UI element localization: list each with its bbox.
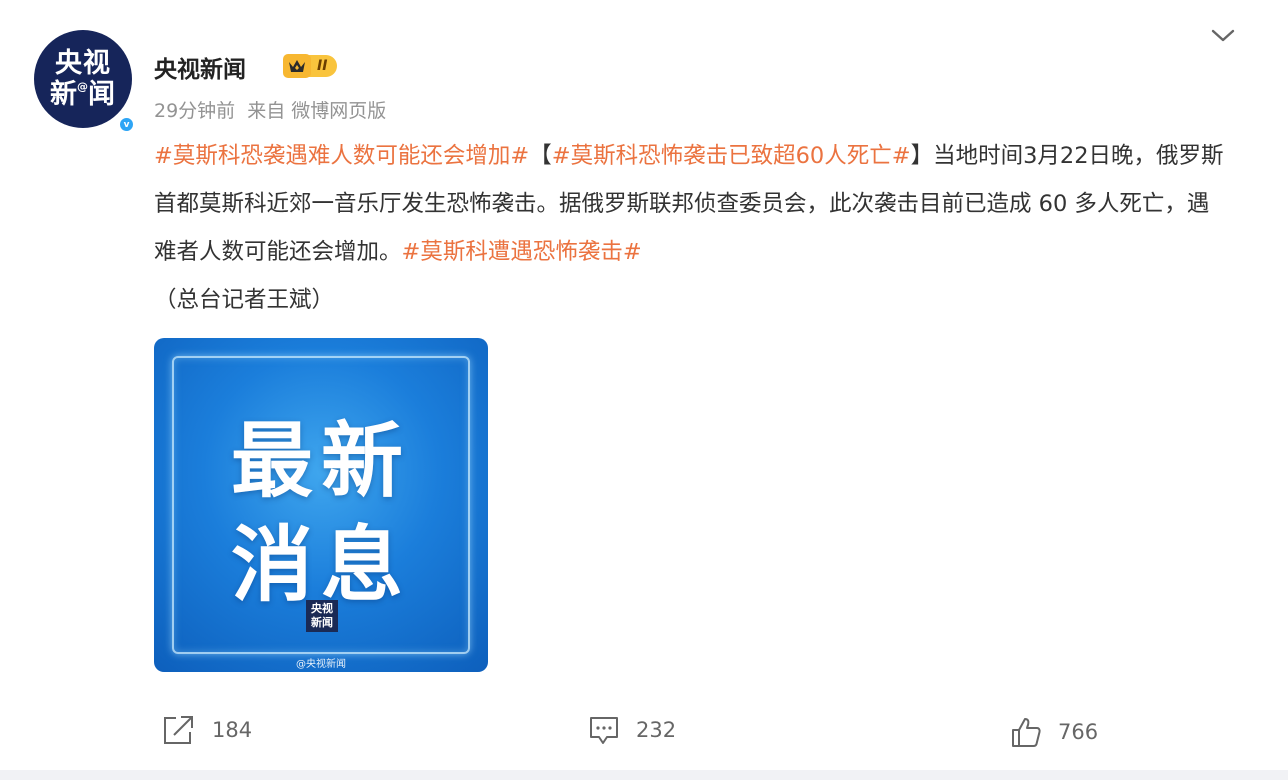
post-image[interactable]: 最新 消息 央视 新闻 @央视新闻: [154, 338, 488, 672]
avatar-char-wen: 闻: [88, 79, 116, 110]
image-logo-line1: 央视: [311, 602, 333, 615]
comment-count: 232: [636, 718, 677, 742]
avatar-at-sign: @: [77, 80, 89, 93]
share-icon: [164, 716, 193, 744]
bracket-open: 【: [529, 143, 552, 169]
comment-button[interactable]: 232: [588, 714, 676, 746]
post-credit: （总台记者王斌）: [154, 287, 335, 313]
share-count: 184: [212, 718, 253, 742]
chevron-down-icon[interactable]: [1208, 24, 1238, 48]
like-count: 766: [1058, 720, 1099, 744]
post-meta: 29分钟前 来自 微博网页版: [154, 96, 386, 123]
topic-link[interactable]: #莫斯科恐袭遇难人数可能还会增加#: [154, 143, 529, 169]
post-source: 来自 微博网页版: [247, 100, 387, 122]
post-text: #莫斯科恐袭遇难人数可能还会增加#【#莫斯科恐怖袭击已致超60人死亡#】当地时间…: [154, 132, 1224, 324]
avatar-line2: 新 @ 闻: [50, 79, 116, 110]
like-button[interactable]: 766: [1010, 716, 1098, 748]
account-name[interactable]: 央视新闻: [154, 50, 246, 84]
verified-icon: v: [118, 116, 135, 133]
topic-link[interactable]: #莫斯科恐怖袭击已致超60人死亡#: [552, 143, 911, 169]
comment-icon: [590, 717, 618, 744]
image-watermark: @央视新闻: [296, 659, 346, 670]
crown-icon: [283, 54, 311, 78]
post-time[interactable]: 29分钟前: [154, 96, 235, 123]
image-headline-line1: 最新: [230, 414, 411, 509]
level-badge[interactable]: II: [283, 54, 338, 78]
avatar-char-xin: 新: [50, 79, 78, 110]
share-button[interactable]: 184: [162, 714, 252, 746]
image-logo: 央视 新闻: [306, 600, 338, 632]
topic-link[interactable]: #莫斯科遭遇恐怖袭击#: [402, 239, 642, 265]
weibo-post-card: 央视 新 @ 闻 v 央视新闻 II 29分钟前 来自 微博网页版 #莫斯科恐袭遇难…: [0, 0, 1288, 770]
image-logo-line2: 新闻: [311, 616, 333, 629]
thumbs-up-icon: [1012, 718, 1041, 747]
bracket-close: 】: [910, 143, 934, 169]
avatar[interactable]: 央视 新 @ 闻: [34, 30, 132, 128]
